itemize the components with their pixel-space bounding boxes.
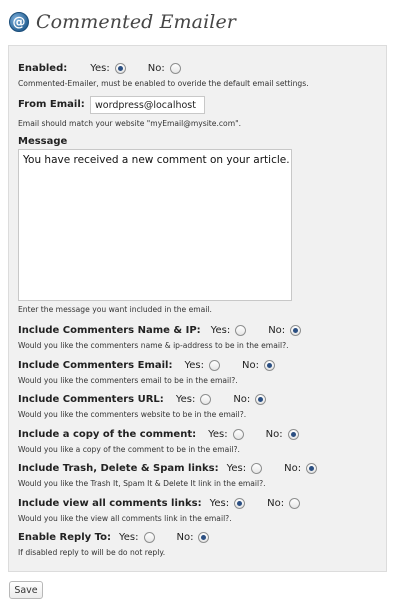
view-all-comments-no-radio[interactable] xyxy=(289,498,301,509)
commenters-name-ip-yes-label: Yes: xyxy=(210,325,231,336)
view-all-comments-yes-label: Yes: xyxy=(209,498,230,509)
enabled-label: Enabled: xyxy=(18,63,68,74)
commenters-email-yes-radio[interactable] xyxy=(208,360,220,371)
save-button[interactable]: Save xyxy=(9,581,43,599)
view-all-comments-help: Would you like the view all comments lin… xyxy=(18,514,232,523)
enable-reply-to-help: If disabled reply to will be do not repl… xyxy=(18,548,166,557)
trash-spam-links-help: Would you like the Trash It, Spam It & D… xyxy=(18,479,266,488)
enable-reply-to-no-radio[interactable] xyxy=(198,532,210,543)
enable-reply-to-row: Enable Reply To: Yes: No: xyxy=(18,532,210,543)
copy-of-comment-no-radio[interactable] xyxy=(287,429,299,440)
view-all-comments-label: Include view all comments links: xyxy=(18,498,202,509)
copy-of-comment-help: Would you like a copy of the comment to … xyxy=(18,445,240,454)
commenters-email-row: Include Commenters Email: Yes: No: xyxy=(18,360,275,371)
message-row: Message xyxy=(18,136,67,147)
trash-spam-links-row: Include Trash, Delete & Spam links: Yes:… xyxy=(18,463,318,474)
enabled-no-radio[interactable] xyxy=(169,63,181,74)
trash-spam-links-yes-label: Yes: xyxy=(226,463,247,474)
commenters-name-ip-row: Include Commenters Name & IP: Yes: No: xyxy=(18,325,302,336)
commenters-email-no-radio[interactable] xyxy=(263,360,275,371)
enable-reply-to-no-label: No: xyxy=(176,532,194,543)
enabled-row: Enabled: Yes: No: xyxy=(18,63,181,74)
copy-of-comment-no-label: No: xyxy=(265,429,283,440)
settings-panel: Enabled: Yes: No: Commented-Emailer, mus… xyxy=(8,45,387,572)
message-textarea[interactable]: You have received a new comment on your … xyxy=(18,149,292,301)
page-title: Commented Emailer xyxy=(36,11,236,33)
commenters-email-label: Include Commenters Email: xyxy=(18,360,173,371)
trash-spam-links-no-label: No: xyxy=(284,463,302,474)
from-email-help: Email should match your website "myEmail… xyxy=(18,119,241,128)
page-header: @ Commented Emailer xyxy=(9,9,236,35)
from-email-row: From Email: xyxy=(18,99,85,110)
from-email-field[interactable]: wordpress@localhost xyxy=(90,96,205,114)
view-all-comments-yes-radio[interactable] xyxy=(234,498,246,509)
commenters-email-yes-label: Yes: xyxy=(184,360,204,371)
copy-of-comment-label: Include a copy of the comment: xyxy=(18,429,197,440)
commenters-url-label: Include Commenters URL: xyxy=(18,394,164,405)
message-label: Message xyxy=(18,136,68,147)
copy-of-comment-yes-label: Yes: xyxy=(208,429,228,440)
enabled-yes-radio[interactable] xyxy=(114,63,126,74)
from-email-label: From Email: xyxy=(18,99,85,110)
commenters-url-yes-radio[interactable] xyxy=(200,394,212,405)
enable-reply-to-yes-label: Yes: xyxy=(118,532,139,543)
commenters-name-ip-no-radio[interactable] xyxy=(290,325,302,336)
commenters-name-ip-label: Include Commenters Name & IP: xyxy=(18,325,201,336)
commenters-url-no-radio[interactable] xyxy=(255,394,267,405)
commenters-url-no-label: No: xyxy=(233,394,251,405)
enable-reply-to-yes-radio[interactable] xyxy=(143,532,155,543)
commenters-email-no-label: No: xyxy=(241,360,259,371)
trash-spam-links-label: Include Trash, Delete & Spam links: xyxy=(18,463,219,474)
enabled-help: Commented-Emailer, must be enabled to ov… xyxy=(18,79,309,88)
commenters-url-row: Include Commenters URL: Yes: No: xyxy=(18,394,267,405)
copy-of-comment-row: Include a copy of the comment: Yes: No: xyxy=(18,429,299,440)
message-help: Enter the message you want included in t… xyxy=(18,305,212,314)
copy-of-comment-yes-radio[interactable] xyxy=(232,429,244,440)
trash-spam-links-yes-radio[interactable] xyxy=(251,463,263,474)
view-all-comments-row: Include view all comments links: Yes: No… xyxy=(18,498,301,509)
commenters-name-ip-help: Would you like the commenters name & ip-… xyxy=(18,341,289,350)
enabled-no-label: No: xyxy=(147,63,165,74)
view-all-comments-no-label: No: xyxy=(267,498,285,509)
commenters-name-ip-no-label: No: xyxy=(268,325,286,336)
commenters-name-ip-yes-radio[interactable] xyxy=(235,325,247,336)
enable-reply-to-label: Enable Reply To: xyxy=(18,532,111,543)
commenters-url-yes-label: Yes: xyxy=(175,394,196,405)
commenters-url-help: Would you like the commenters website to… xyxy=(18,410,247,419)
commenters-email-help: Would you like the commenters email to b… xyxy=(18,376,238,385)
enabled-yes-label: Yes: xyxy=(90,63,110,74)
trash-spam-links-no-radio[interactable] xyxy=(306,463,318,474)
at-sign-icon: @ xyxy=(9,12,29,32)
